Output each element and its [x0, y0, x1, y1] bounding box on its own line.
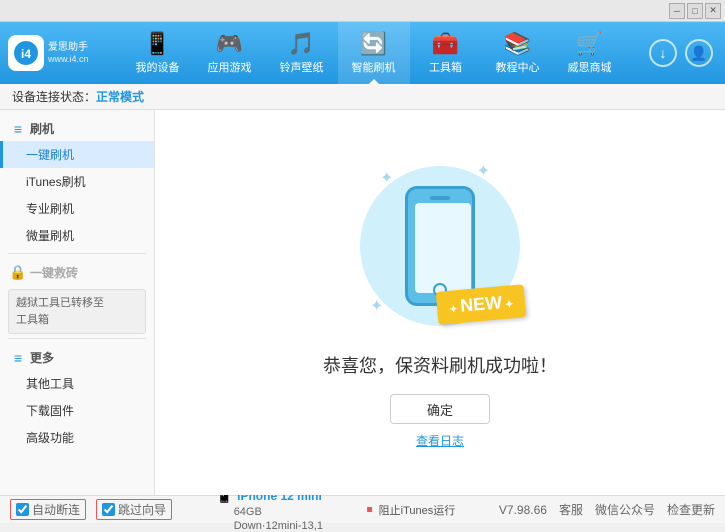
phone-body — [405, 186, 475, 306]
nav-items: 📱 我的设备 🎮 应用游戏 🎵 铃声壁纸 🔄 智能刷机 🧰 工具箱 📚 教程中心… — [98, 22, 649, 84]
logo-text: 爱思助手 www.i4.cn — [48, 41, 89, 66]
bottom-left: 自动断连 跳过向导 — [10, 499, 172, 520]
skip-wizard-checkbox[interactable]: 跳过向导 — [96, 499, 172, 520]
sidebar-section-flash: ≡ 刷机 — [0, 114, 154, 141]
new-badge: NEW — [435, 284, 526, 325]
nav-my-device[interactable]: 📱 我的设备 — [122, 22, 194, 84]
ringtone-icon: 🎵 — [288, 31, 315, 57]
nav-toolbox[interactable]: 🧰 工具箱 — [410, 22, 482, 84]
stop-itunes-area: ⏹ 阻止iTunes运行 — [367, 502, 456, 518]
svg-text:i4: i4 — [21, 47, 31, 61]
auto-disconnect-checkbox[interactable]: 自动断连 — [10, 499, 86, 520]
sidebar-notice-text: 越狱工具已转移至 工具箱 — [16, 297, 104, 326]
sidebar-item-download-firmware[interactable]: 下载固件 — [0, 397, 154, 424]
header-right: ↓ 👤 — [649, 39, 717, 67]
skip-wizard-input[interactable] — [102, 503, 115, 516]
version-label: V7.98.66 — [499, 503, 547, 517]
sidebar-item-other-tools[interactable]: 其他工具 — [0, 370, 154, 397]
logo-url: www.i4.cn — [48, 54, 89, 66]
sidebar-divider-1 — [8, 253, 146, 254]
sparkle-3: ✦ — [370, 296, 383, 316]
nav-toolbox-label: 工具箱 — [429, 59, 462, 75]
stop-itunes-label[interactable]: 阻止iTunes运行 — [379, 502, 456, 518]
main-layout: ≡ 刷机 一键刷机 iTunes刷机 专业刷机 微量刷机 🔒 一键救砖 越狱工具… — [0, 110, 725, 495]
sidebar: ≡ 刷机 一键刷机 iTunes刷机 专业刷机 微量刷机 🔒 一键救砖 越狱工具… — [0, 110, 155, 495]
sidebar-item-advanced[interactable]: 高级功能 — [0, 424, 154, 451]
header: i4 爱思助手 www.i4.cn 📱 我的设备 🎮 应用游戏 🎵 铃声壁纸 🔄… — [0, 22, 725, 84]
phone-speaker — [430, 196, 450, 200]
sidebar-item-micro-flash[interactable]: 微量刷机 — [0, 222, 154, 249]
sidebar-item-itunes-flash[interactable]: iTunes刷机 — [0, 168, 154, 195]
maximize-btn[interactable]: □ — [687, 3, 703, 19]
device-firmware: Down·12mini-13,1 — [234, 520, 323, 532]
more-section-icon: ≡ — [10, 350, 26, 366]
rescue-section-icon: 🔒 — [10, 265, 26, 281]
bottom-right: V7.98.66 客服 微信公众号 检查更新 — [499, 501, 715, 518]
skip-wizard-label: 跳过向导 — [118, 501, 166, 518]
logo-icon: i4 — [8, 35, 44, 71]
log-link[interactable]: 查看日志 — [416, 432, 464, 449]
nav-mall-label: 威思商城 — [568, 59, 612, 75]
close-btn[interactable]: ✕ — [705, 3, 721, 19]
download-btn[interactable]: ↓ — [649, 39, 677, 67]
device-capacity: 64GB — [234, 506, 262, 518]
sidebar-item-pro-flash[interactable]: 专业刷机 — [0, 195, 154, 222]
customer-service-btn[interactable]: 客服 — [559, 501, 583, 518]
sidebar-divider-2 — [8, 338, 146, 339]
auto-disconnect-label: 自动断连 — [32, 501, 80, 518]
wechat-public-btn[interactable]: 微信公众号 — [595, 501, 655, 518]
device-details: 64GB Down·12mini-13,1 — [216, 504, 323, 532]
status-value: 正常模式 — [96, 88, 144, 105]
sidebar-section-rescue: 🔒 一键救砖 — [0, 258, 154, 285]
bottom-bar: 自动断连 跳过向导 📱 iPhone 12 mini 64GB Down·12m… — [0, 495, 725, 523]
my-device-icon: 📱 — [144, 31, 171, 57]
phone-screen — [415, 203, 471, 293]
nav-tutorials-label: 教程中心 — [496, 59, 540, 75]
tutorials-icon: 📚 — [504, 31, 531, 57]
success-text: 恭喜您，保资料刷机成功啦！ — [323, 352, 557, 378]
stop-icon: ⏹ — [367, 502, 373, 517]
smart-flash-icon: 🔄 — [360, 31, 387, 57]
nav-my-device-label: 我的设备 — [136, 59, 180, 75]
minimize-btn[interactable]: ─ — [669, 3, 685, 19]
mall-icon: 🛒 — [576, 31, 603, 57]
logo-svg: i4 — [12, 39, 40, 67]
logo-name: 爱思助手 — [48, 41, 89, 54]
auto-disconnect-input[interactable] — [16, 503, 29, 516]
logo-area: i4 爱思助手 www.i4.cn — [8, 35, 98, 71]
nav-smart-flash-label: 智能刷机 — [352, 59, 396, 75]
rescue-section-title: 一键救砖 — [30, 264, 78, 281]
sidebar-item-one-click-flash[interactable]: 一键刷机 — [0, 141, 154, 168]
content-area: ✦ ✦ ✦ NEW 恭喜您，保资料刷机成功啦！ 确定 查看日志 — [155, 110, 725, 495]
nav-ringtone[interactable]: 🎵 铃声壁纸 — [266, 22, 338, 84]
nav-smart-flash[interactable]: 🔄 智能刷机 — [338, 22, 410, 84]
status-prefix: 设备连接状态： — [12, 88, 96, 105]
nav-ringtone-label: 铃声壁纸 — [280, 59, 324, 75]
center-card: ✦ ✦ ✦ NEW 恭喜您，保资料刷机成功啦！ 确定 查看日志 — [323, 156, 557, 449]
flash-section-icon: ≡ — [10, 121, 26, 137]
status-bar: 设备连接状态： 正常模式 — [0, 84, 725, 110]
nav-apps-games[interactable]: 🎮 应用游戏 — [194, 22, 266, 84]
sparkle-2: ✦ — [477, 161, 490, 181]
more-section-title: 更多 — [30, 349, 54, 366]
user-btn[interactable]: 👤 — [685, 39, 713, 67]
sparkle-1: ✦ — [380, 168, 393, 188]
toolbox-icon: 🧰 — [432, 31, 459, 57]
phone-illustration: ✦ ✦ ✦ NEW — [350, 156, 530, 336]
sidebar-section-more: ≡ 更多 — [0, 343, 154, 370]
apps-games-icon: 🎮 — [216, 31, 243, 57]
title-bar: ─ □ ✕ — [0, 0, 725, 22]
flash-section-title: 刷机 — [30, 120, 54, 137]
check-update-btn[interactable]: 检查更新 — [667, 501, 715, 518]
nav-mall[interactable]: 🛒 威思商城 — [554, 22, 626, 84]
nav-apps-games-label: 应用游戏 — [208, 59, 252, 75]
nav-tutorials[interactable]: 📚 教程中心 — [482, 22, 554, 84]
sidebar-notice: 越狱工具已转移至 工具箱 — [8, 289, 146, 334]
confirm-button[interactable]: 确定 — [390, 394, 490, 424]
